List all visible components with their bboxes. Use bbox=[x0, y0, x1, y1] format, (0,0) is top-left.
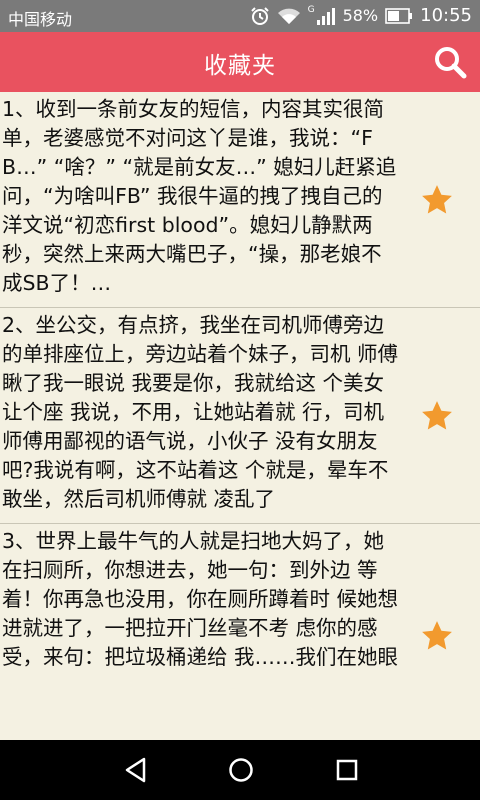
clock: 10:55 bbox=[420, 5, 472, 26]
favorites-list[interactable]: 1、收到一条前女友的短信，内容其实很简单，老婆感觉不对问这丫是谁，我说：“FB…… bbox=[0, 92, 480, 670]
status-bar: 中国移动 G 58% 10:55 bbox=[0, 0, 480, 32]
home-icon bbox=[229, 758, 253, 782]
alarm-icon bbox=[250, 6, 270, 26]
joke-text: 2、坐公交，有点挤，我坐在司机师傅旁边 的单排座位上，旁边站着个妹子，司机 师傅… bbox=[2, 313, 399, 511]
status-icons: G 58% 10:55 bbox=[250, 5, 472, 26]
battery-percent: 58% bbox=[342, 6, 379, 25]
app-bar: 收藏夹 bbox=[0, 32, 480, 92]
page-title: 收藏夹 bbox=[204, 53, 276, 79]
network-type-label: G bbox=[307, 5, 315, 15]
home-button[interactable] bbox=[227, 756, 255, 784]
list-item[interactable]: 2、坐公交，有点挤，我坐在司机师傅旁边 的单排座位上，旁边站着个妹子，司机 师傅… bbox=[0, 308, 480, 524]
favorite-star-button[interactable] bbox=[420, 399, 454, 433]
list-item[interactable]: 1、收到一条前女友的短信，内容其实很简单，老婆感觉不对问这丫是谁，我说：“FB…… bbox=[0, 92, 480, 308]
wifi-icon bbox=[277, 7, 301, 25]
battery-icon bbox=[385, 7, 413, 24]
search-button[interactable] bbox=[432, 44, 468, 80]
back-button[interactable] bbox=[122, 756, 150, 784]
recents-icon bbox=[336, 759, 358, 781]
favorite-star-button[interactable] bbox=[420, 183, 454, 217]
joke-text: 1、收到一条前女友的短信，内容其实很简单，老婆感觉不对问这丫是谁，我说：“FB…… bbox=[2, 97, 397, 295]
recents-button[interactable] bbox=[333, 756, 361, 784]
joke-text: 3、世界上最牛气的人就是扫地大妈了，她 在扫厕所，你想进去，她一句：到外边 等着… bbox=[2, 529, 399, 669]
signal-icon bbox=[316, 7, 336, 25]
star-icon bbox=[422, 184, 452, 213]
search-icon bbox=[435, 47, 467, 79]
navigation-bar bbox=[0, 740, 480, 800]
back-icon bbox=[125, 757, 146, 783]
carrier-label: 中国移动 bbox=[8, 10, 73, 29]
favorite-star-button[interactable] bbox=[420, 619, 454, 653]
star-icon bbox=[422, 621, 452, 650]
list-item[interactable]: 3、世界上最牛气的人就是扫地大妈了，她 在扫厕所，你想进去，她一句：到外边 等着… bbox=[0, 524, 480, 670]
star-icon bbox=[422, 400, 452, 429]
